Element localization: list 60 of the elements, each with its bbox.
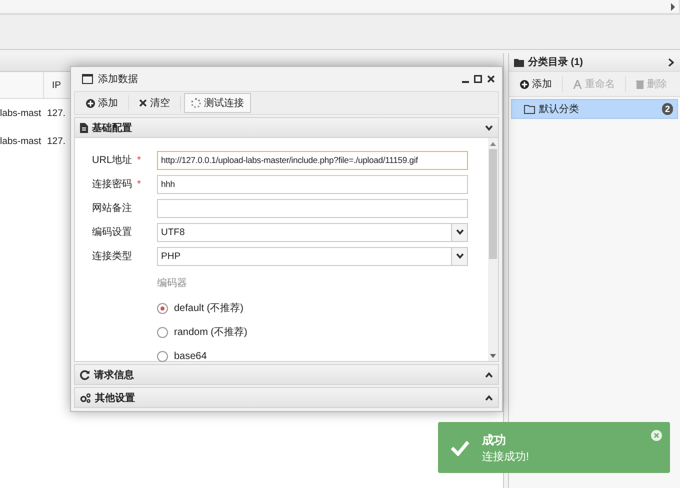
select-field[interactable]: PHP xyxy=(157,246,468,266)
add-icon xyxy=(86,98,95,108)
section-header[interactable]: 基础配置 xyxy=(74,117,499,138)
option-label[interactable]: random (不推荐) xyxy=(174,325,248,339)
section-header[interactable]: 其他设置 xyxy=(74,387,499,408)
maximize-icon[interactable] xyxy=(474,75,482,83)
caret-down-icon xyxy=(456,253,464,259)
refresh-icon xyxy=(80,370,90,380)
toast-message: 连接成功! xyxy=(482,450,530,464)
radio-button[interactable] xyxy=(157,350,168,362)
check-icon xyxy=(450,440,470,456)
field-label: 连接密码 * xyxy=(92,178,142,191)
count-badge: 2 xyxy=(662,103,673,115)
table-cell-text: labs-mast xyxy=(0,136,42,146)
toolbar-button[interactable]: 测试连接 xyxy=(184,93,251,113)
chevron-right-icon[interactable] xyxy=(668,58,674,66)
input-field[interactable] xyxy=(157,198,468,218)
toolbar-button[interactable]: 清空 xyxy=(132,93,177,113)
folder-icon xyxy=(524,104,535,114)
select-field[interactable]: UTF8 xyxy=(157,222,468,242)
group-label: 编码器 xyxy=(157,276,187,291)
toast-title: 成功 xyxy=(482,432,507,448)
radio-button[interactable] xyxy=(157,326,168,338)
toolbar-button[interactable]: 添加 xyxy=(513,74,559,94)
folder-icon xyxy=(514,58,524,66)
spinner-icon xyxy=(191,98,201,108)
x-icon xyxy=(139,99,147,107)
table-cell-text: 127. xyxy=(46,136,66,146)
window-icon xyxy=(82,74,93,84)
input-field[interactable]: hhh xyxy=(157,174,468,194)
dialog-title: 添加数据 xyxy=(98,72,138,86)
category-item[interactable]: 默认分类 2 xyxy=(511,99,678,119)
trash-icon xyxy=(636,80,644,88)
radio-button[interactable] xyxy=(157,302,168,314)
close-icon[interactable] xyxy=(487,75,495,83)
chevron-up-icon xyxy=(485,372,493,378)
field-label: URL地址 * xyxy=(92,154,142,167)
panel-title: 分类目录 (1) xyxy=(528,56,583,69)
scrollbar[interactable] xyxy=(488,138,498,361)
section-header[interactable]: 请求信息 xyxy=(74,364,499,385)
field-label: 网站备注 xyxy=(92,202,133,215)
arrow-right-icon[interactable] xyxy=(670,2,676,10)
table-cell-text: 127. xyxy=(46,108,66,118)
add-icon xyxy=(520,80,529,88)
field-label: 编码设置 xyxy=(92,226,133,239)
document-icon xyxy=(80,122,88,132)
table-cell-text: labs-mast xyxy=(0,108,42,118)
option-label[interactable]: default (不推荐) xyxy=(174,301,244,315)
input-field[interactable]: http://127.0.0.1/upload-labs-master/include.php?file=./upload/11159.gif xyxy=(157,150,468,170)
toolbar-button[interactable]: 添加 xyxy=(79,93,125,113)
scroll-down-icon[interactable] xyxy=(490,354,496,358)
chevron-up-icon xyxy=(485,394,493,400)
option-label[interactable]: base64 xyxy=(174,350,207,362)
field-label: 连接类型 xyxy=(92,250,133,263)
scroll-up-icon[interactable] xyxy=(490,142,496,146)
column-header[interactable]: IP xyxy=(44,72,61,98)
letter-a-icon xyxy=(573,80,582,88)
chevron-down-icon xyxy=(485,124,493,130)
gears-icon xyxy=(80,392,91,402)
caret-down-icon xyxy=(456,229,464,235)
